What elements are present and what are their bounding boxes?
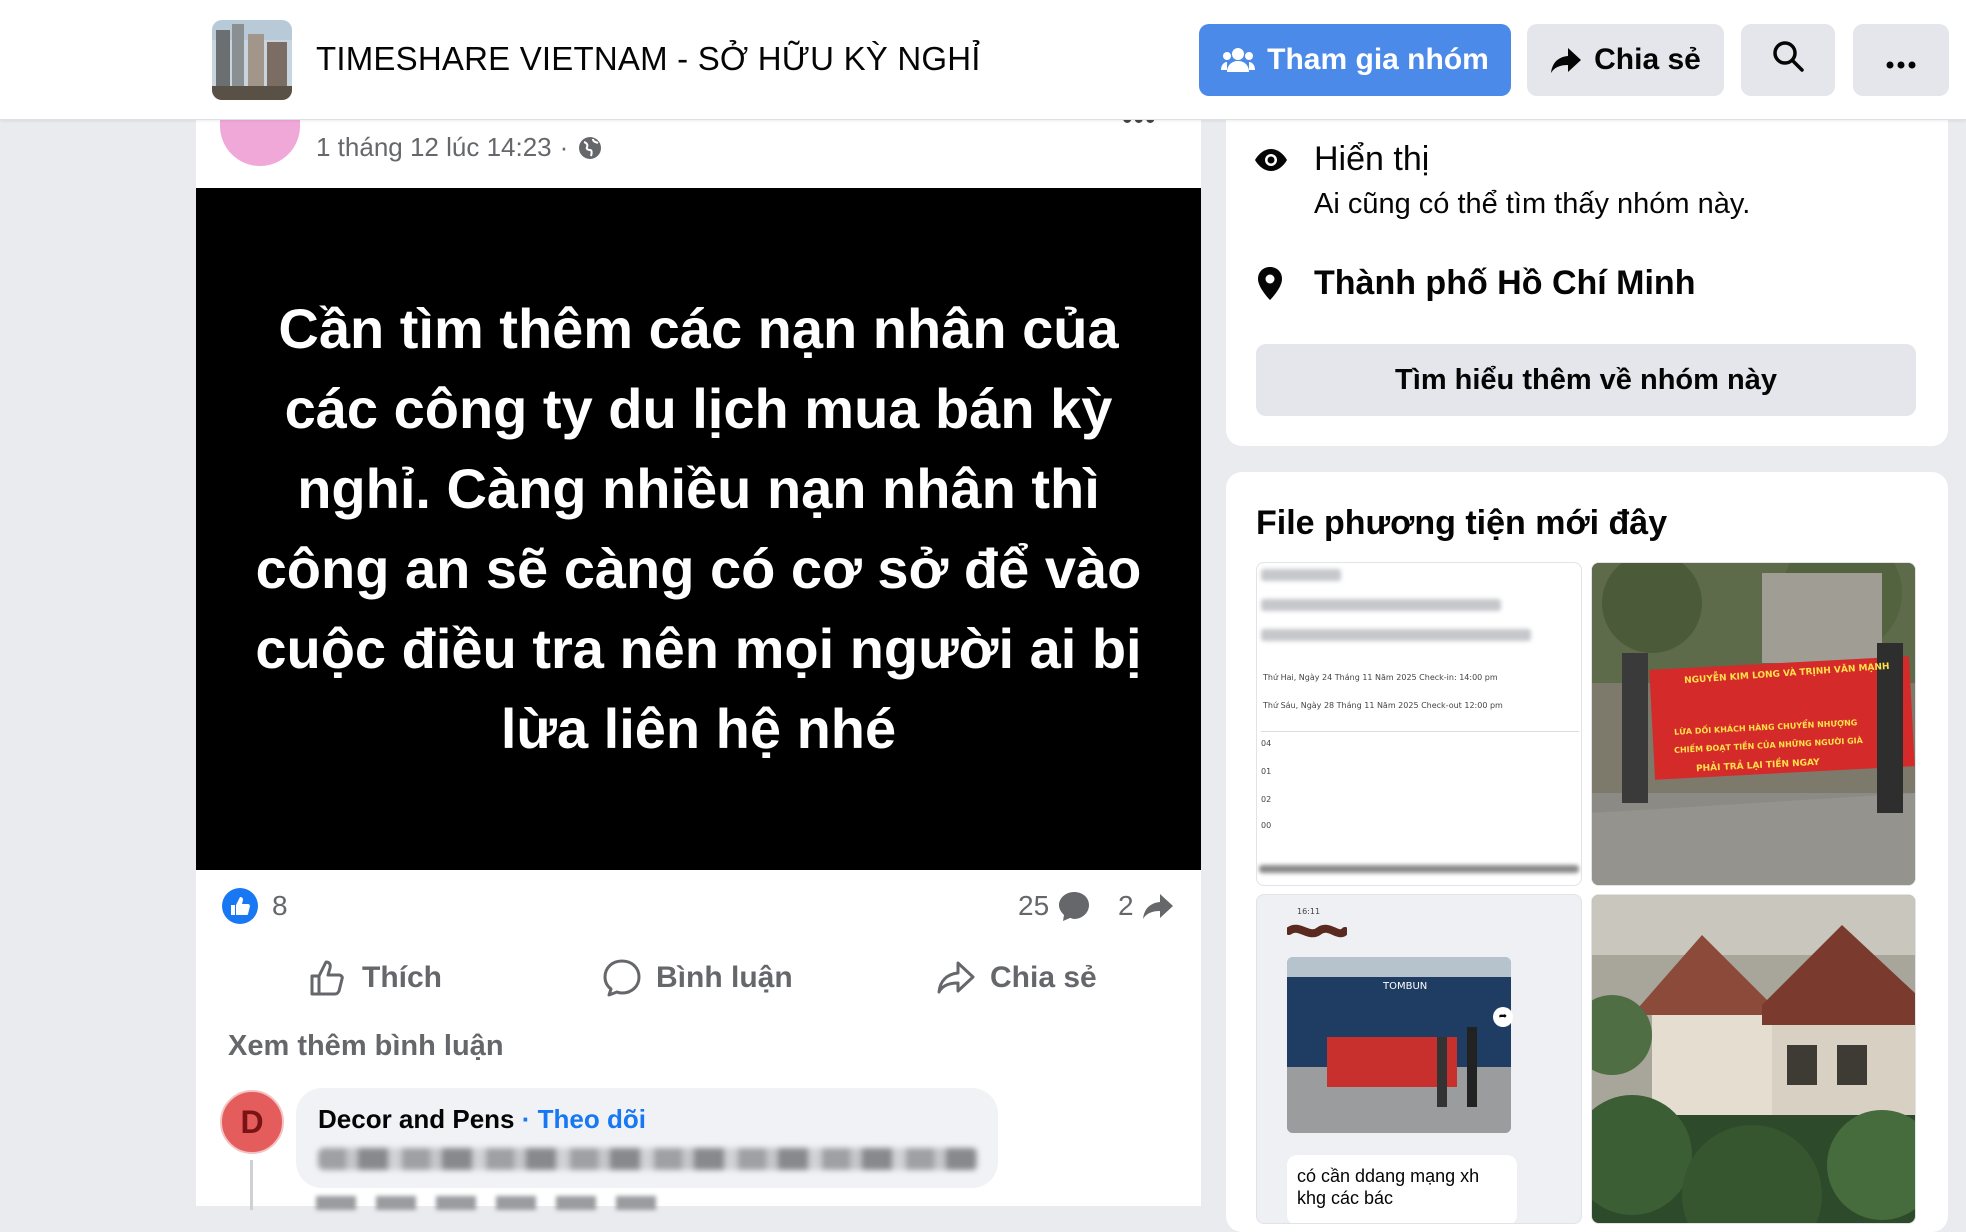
blurred-text [1261, 629, 1531, 641]
storefront-photo: TOMBUN [1287, 957, 1511, 1133]
comment-label: Bình luận [656, 961, 793, 994]
post-timestamp[interactable]: 1 tháng 12 lúc 14:23 [316, 132, 552, 163]
search-button[interactable] [1741, 24, 1835, 96]
learn-more-button[interactable]: Tìm hiểu thêm về nhóm này [1256, 344, 1916, 416]
chat-caption: có cần ddang mạng xh khg các bác [1287, 1155, 1517, 1223]
share-outline-icon [936, 958, 976, 998]
join-group-button[interactable]: Tham gia nhóm [1199, 24, 1511, 96]
recent-media-title: File phương tiện mới đây [1256, 504, 1668, 542]
blurred-comment-text [318, 1148, 978, 1170]
media-thumbnail-chat[interactable]: 16:11 TOMBUN ➦ có cần ddang mạng xh khg … [1256, 894, 1582, 1224]
location-pin-icon [1256, 266, 1284, 302]
reactions-summary: 8 25 2 [196, 888, 1201, 928]
media-thumbnail-protest[interactable]: NGUYỄN KIM LONG VÀ TRỊNH VĂN MẠNH LỪA DỐ… [1591, 562, 1916, 886]
meta-separator: · [559, 132, 569, 162]
post-actions: Thích Bình luận Chia sẻ [196, 950, 1201, 1006]
blurred-comment-actions [316, 1196, 676, 1210]
share-count-value: 2 [1118, 890, 1134, 921]
group-name[interactable]: TIMESHARE VIETNAM - SỞ HỮU KỲ NGHỈ [316, 40, 981, 78]
view-more-comments-link[interactable]: Xem thêm bình luận [228, 1030, 504, 1063]
forward-icon: ➦ [1493, 1007, 1513, 1027]
commenter-avatar[interactable]: D [220, 1090, 284, 1154]
booking-checkout-line: Thứ Sáu, Ngày 28 Tháng 11 Năm 2025 Check… [1263, 701, 1503, 710]
thumbs-up-icon [308, 958, 348, 998]
more-options-button[interactable] [1853, 24, 1949, 96]
comment-bubble-icon [1059, 892, 1090, 921]
comment-count-value: 25 [1018, 890, 1050, 921]
group-location[interactable]: Thành phố Hồ Chí Minh [1314, 264, 1695, 303]
share-count-icon [1142, 894, 1173, 919]
post-card: ••• 1 tháng 12 lúc 14:23 · Cần tìm thêm … [196, 0, 1201, 1210]
recent-media-card: File phương tiện mới đây Thứ Hai, Ngày 2… [1226, 472, 1948, 1232]
reaction-count[interactable]: 8 [272, 890, 288, 922]
group-header-bar: TIMESHARE VIETNAM - SỞ HỮU KỲ NGHỈ Tham … [0, 0, 1966, 120]
city-photo [212, 20, 292, 100]
chat-time: 16:11 [1297, 907, 1321, 916]
villa-photo [1592, 895, 1915, 1223]
join-group-label: Tham gia nhóm [1267, 43, 1489, 76]
media-thumbnail-villa[interactable] [1591, 894, 1916, 1224]
comment-icon [602, 958, 642, 998]
like-label: Thích [362, 961, 442, 994]
share-label: Chia sẻ [990, 961, 1097, 994]
comment-button[interactable]: Bình luận [602, 950, 793, 1006]
share-count[interactable]: 2 [1118, 890, 1174, 922]
search-icon [1771, 39, 1805, 81]
comment-count[interactable]: 25 [1018, 890, 1091, 922]
group-cover-thumbnail[interactable] [212, 20, 292, 100]
share-arrow-icon [1550, 46, 1582, 74]
comment-thread-line [250, 1160, 253, 1210]
post-text-image[interactable]: Cần tìm thêm các nạn nhân của các công t… [196, 188, 1201, 870]
like-reaction-icon[interactable] [222, 888, 258, 924]
blurred-text [1261, 599, 1501, 611]
public-globe-icon[interactable] [578, 136, 602, 160]
booking-row-2: 02 [1261, 795, 1272, 804]
comment-author-line: Decor and Pens · Theo dõi [318, 1104, 646, 1135]
share-group-button[interactable]: Chia sẻ [1527, 24, 1724, 96]
booking-row-3: 00 [1261, 821, 1272, 830]
like-button[interactable]: Thích [308, 950, 442, 1006]
visibility-title: Hiển thị [1314, 140, 1430, 178]
post-image-text: Cần tìm thêm các nạn nhân của các công t… [255, 297, 1142, 760]
comment-bubble: Decor and Pens · Theo dõi [296, 1088, 998, 1188]
follow-separator: · [521, 1104, 531, 1134]
share-group-label: Chia sẻ [1594, 43, 1701, 76]
store-sign: TOMBUN [1383, 981, 1428, 992]
scribble-mark [1287, 924, 1347, 938]
comment-author-name[interactable]: Decor and Pens [318, 1104, 515, 1134]
media-thumbnail-booking[interactable]: Thứ Hai, Ngày 24 Tháng 11 Năm 2025 Check… [1256, 562, 1582, 886]
group-people-icon [1221, 46, 1256, 74]
booking-row-0: 04 [1261, 739, 1272, 748]
divider [1261, 731, 1579, 732]
visibility-description: Ai cũng có thể tìm thấy nhóm này. [1314, 188, 1751, 220]
post-meta: 1 tháng 12 lúc 14:23 · [316, 132, 602, 163]
more-dots-icon [1886, 43, 1916, 77]
booking-row-1: 01 [1261, 767, 1272, 776]
booking-checkin-line: Thứ Hai, Ngày 24 Tháng 11 Năm 2025 Check… [1263, 673, 1498, 682]
blurred-text [1261, 569, 1341, 581]
share-button[interactable]: Chia sẻ [936, 950, 1097, 1006]
eye-icon [1254, 148, 1288, 172]
follow-link[interactable]: Theo dõi [538, 1104, 646, 1134]
blurred-footer [1259, 865, 1579, 873]
